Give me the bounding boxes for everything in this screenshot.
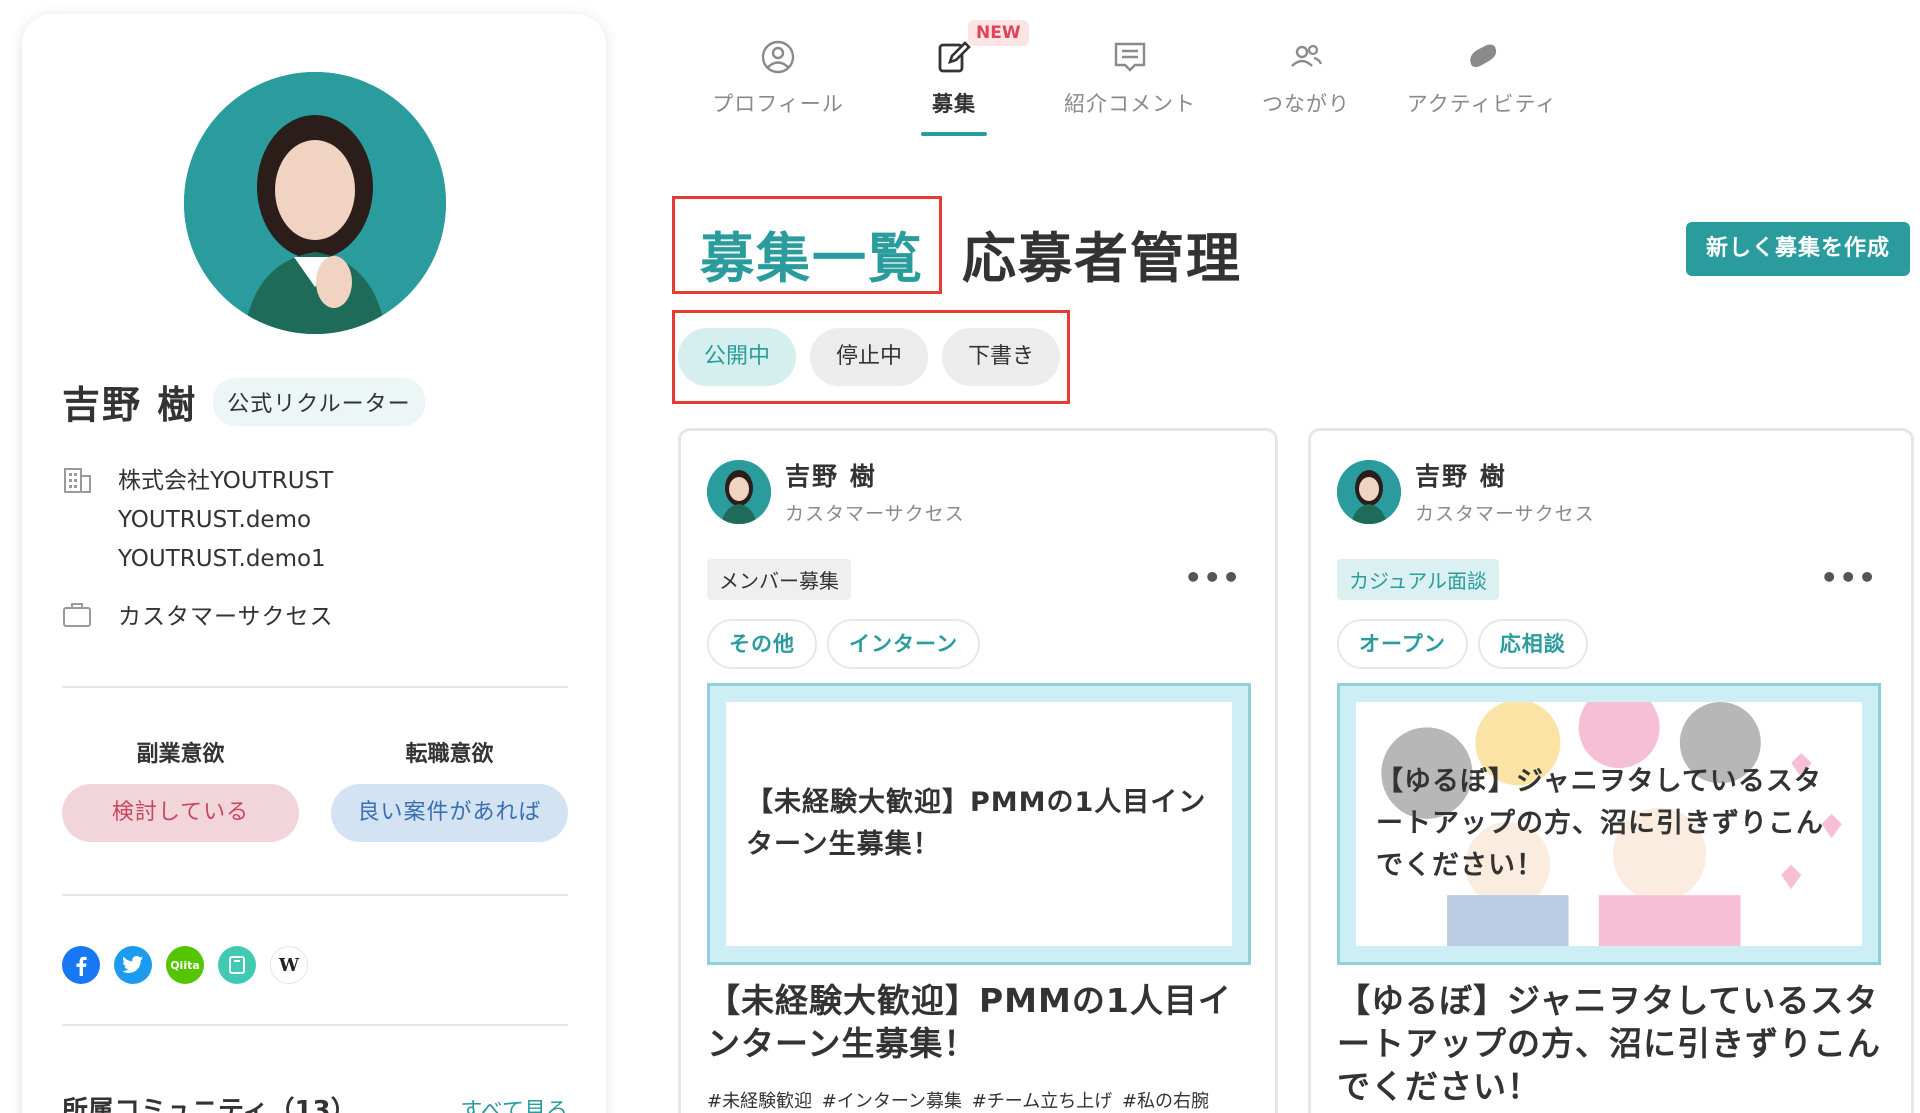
tab-label: 紹介コメント [1064,92,1196,116]
recruitment-type-chip: メンバー募集 [707,559,851,600]
activity-icon [1470,44,1497,68]
intent-value-pill: 検討している [62,784,299,842]
tab-activity[interactable]: アクティビティ [1394,20,1570,132]
card-title[interactable]: 【未経験大歓迎】PMMの1人目インターン生募集！ [707,979,1251,1065]
filter-published[interactable]: 公開中 [678,328,797,386]
job-change-intent: 転職意欲 良い案件があれば [331,736,568,842]
building-icon [64,468,91,493]
twitter-icon[interactable] [114,946,152,984]
divider [62,894,568,896]
card-title[interactable]: 【ゆるぼ】ジャニヲタしているスタートアップの方、沼に引きずりこんでください！ [1337,979,1881,1108]
job-card[interactable]: 吉野 樹 カスタマーサクセス メンバー募集 ••• その他 インターン 【未経験… [678,428,1278,1113]
job-card[interactable]: 吉野 樹 カスタマーサクセス カジュアル面談 ••• オープン 応相談 【ゆるぼ… [1308,428,1914,1113]
author-role: カスタマーサクセス [785,503,965,525]
intent-title: 転職意欲 [405,742,494,767]
create-recruitment-button[interactable]: 新しく募集を作成 [1686,222,1910,276]
qiita-icon[interactable]: Qiita [166,946,204,984]
company-name[interactable]: YOUTRUST.demo [118,501,333,540]
edit-icon [938,41,971,73]
job-role: カスタマーサクセス [118,604,334,630]
status-filters: 公開中 停止中 下書き [678,328,1061,386]
tab-profile[interactable]: プロフィール [690,20,866,132]
more-options-icon[interactable]: ••• [1820,561,1877,594]
recruiter-badge: 公式リクルーター [213,377,425,426]
profile-tabs: プロフィール NEW 募集 紹介コメント つながり アクティビティ [690,20,1570,132]
tab-label: つながり [1262,92,1350,116]
tag-chip: 応相談 [1477,619,1588,669]
briefcase-icon [63,603,91,627]
thumbnail-text: 【未経験大歓迎】PMMの1人目インターン生募集！ [746,787,1207,860]
new-badge: NEW [968,20,1029,46]
filter-draft[interactable]: 下書き [942,328,1061,386]
profile-avatar [184,72,446,334]
tab-connections[interactable]: つながり [1218,20,1394,132]
card-hashtags: #未経験歓迎 #インターン募集 #チーム立ち上げ #私の右腕 [707,1091,1210,1112]
facebook-icon[interactable] [62,946,100,984]
profile-name: 吉野 樹 [62,383,198,427]
author-role: カスタマーサクセス [1415,503,1595,525]
side-job-intent: 副業意欲 検討している [62,736,299,842]
recruitment-type-chip: カジュアル面談 [1337,559,1499,600]
tab-applicant-management[interactable]: 応募者管理 [962,214,1242,293]
company-name[interactable]: 株式会社YOUTRUST [118,462,333,501]
note-icon[interactable] [218,946,256,984]
divider [62,686,568,688]
tab-label: 募集 [932,92,976,116]
profile-card: 吉野 樹 公式リクルーター 株式会社YOUTRUST YOUTRUST.demo… [22,14,606,1113]
tab-comments[interactable]: 紹介コメント [1042,20,1218,132]
intent-title: 副業意欲 [136,742,225,767]
tag-chip: インターン [827,619,980,669]
user-circle-icon [761,40,795,74]
author-name[interactable]: 吉野 樹 [785,457,965,493]
company-name[interactable]: YOUTRUST.demo1 [118,540,333,579]
thumbnail-text: 【ゆるぼ】ジャニヲタしているスタートアップの方、沼に引きずりこんでください！ [1376,766,1824,881]
people-icon [1291,44,1323,67]
author-name[interactable]: 吉野 樹 [1415,457,1595,493]
card-thumbnail[interactable]: 【ゆるぼ】ジャニヲタしているスタートアップの方、沼に引きずりこんでください！ [1337,683,1881,965]
wantedly-icon[interactable]: W [270,946,308,984]
filter-stopped[interactable]: 停止中 [810,328,929,386]
more-options-icon[interactable]: ••• [1184,561,1241,594]
tab-label: アクティビティ [1406,92,1558,116]
intent-value-pill: 良い案件があれば [331,784,568,842]
community-title: 所属コミュニティ（13） [62,1096,357,1113]
tab-label: プロフィール [712,92,844,116]
tag-chip: その他 [707,619,817,669]
card-thumbnail[interactable]: 【未経験大歓迎】PMMの1人目インターン生募集！ [707,683,1251,965]
tag-chip: オープン [1337,619,1468,669]
author-avatar [707,459,771,524]
divider [62,1024,568,1026]
see-all-link[interactable]: すべて見る [460,1093,568,1113]
author-avatar [1337,459,1401,524]
comment-icon [1114,42,1146,72]
tab-job-list[interactable]: 募集一覧 [700,214,924,293]
tab-recruitment[interactable]: NEW 募集 [866,20,1042,132]
